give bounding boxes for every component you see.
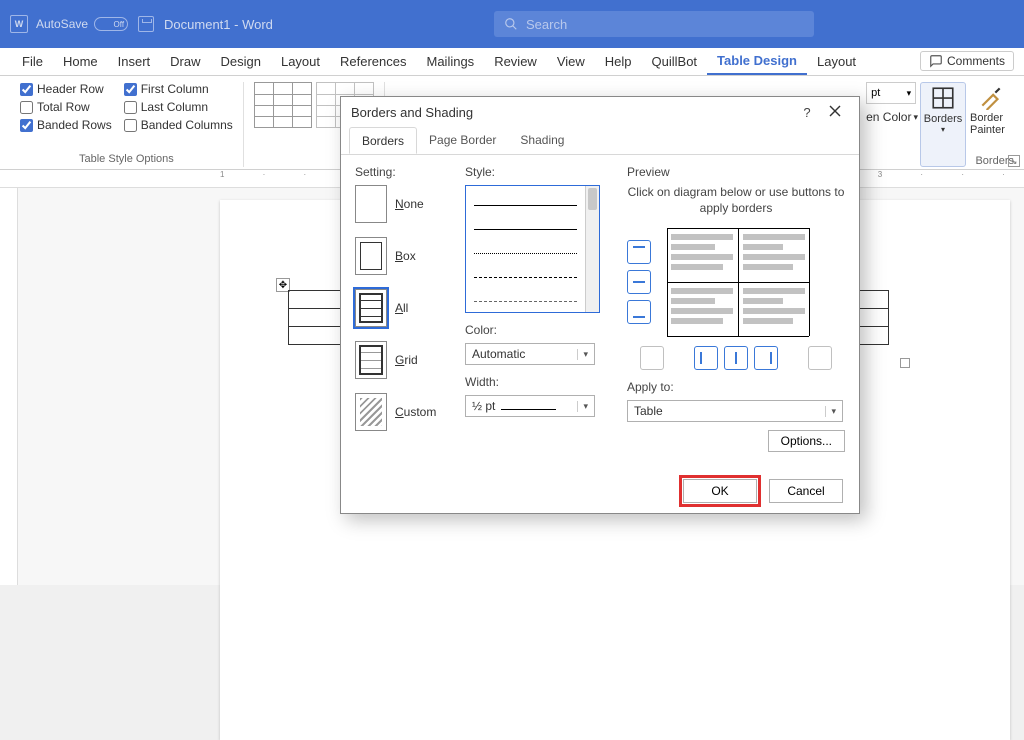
preview-diagram[interactable] bbox=[657, 224, 819, 340]
table-resize-handle-icon[interactable] bbox=[900, 358, 910, 368]
document-title: Document1 - Word bbox=[164, 17, 273, 32]
color-label: Color: bbox=[465, 323, 613, 337]
diag-up-button[interactable] bbox=[808, 346, 832, 370]
edge-right-button[interactable] bbox=[754, 346, 778, 370]
edge-hmiddle-button[interactable] bbox=[627, 270, 651, 294]
search-input[interactable]: Search bbox=[494, 11, 814, 37]
autosave-toggle[interactable]: Off bbox=[94, 17, 128, 31]
dialog-tab-shading[interactable]: Shading bbox=[508, 127, 576, 154]
vertical-ruler bbox=[0, 188, 18, 585]
title-bar: W AutoSave Off Document1 - Word Search bbox=[0, 0, 1024, 48]
dialog-launcher-icon[interactable]: ↘ bbox=[1008, 155, 1020, 167]
tab-table-design[interactable]: Table Design bbox=[707, 48, 807, 75]
options-button[interactable]: Options... bbox=[768, 430, 845, 452]
preview-label: Preview bbox=[627, 165, 845, 179]
dialog-help-button[interactable]: ? bbox=[793, 105, 821, 120]
setting-grid[interactable]: Grid bbox=[355, 341, 451, 379]
pen-color-dropdown[interactable]: en Color ▾ bbox=[866, 110, 918, 124]
tab-layout-2[interactable]: Layout bbox=[807, 48, 866, 75]
edge-top-button[interactable] bbox=[627, 240, 651, 264]
pen-weight-dropdown[interactable]: pt▾ bbox=[866, 82, 916, 104]
border-style-listbox[interactable] bbox=[465, 185, 600, 313]
edge-left-button[interactable] bbox=[694, 346, 718, 370]
search-icon bbox=[504, 17, 518, 31]
setting-label: Setting: bbox=[355, 165, 451, 179]
applyto-label: Apply to: bbox=[627, 380, 845, 394]
style-dashed[interactable] bbox=[474, 264, 577, 278]
search-placeholder: Search bbox=[526, 17, 567, 32]
table-style-thumb[interactable] bbox=[254, 82, 312, 128]
comments-label: Comments bbox=[947, 54, 1005, 68]
total-row-checkbox[interactable]: Total Row bbox=[20, 100, 112, 114]
word-app-icon: W bbox=[10, 15, 28, 33]
banded-columns-checkbox[interactable]: Banded Columns bbox=[124, 118, 233, 132]
edge-vmiddle-button[interactable] bbox=[724, 346, 748, 370]
dialog-tabs: Borders Page Border Shading bbox=[341, 127, 859, 155]
table-style-options-group: Header Row First Column Total Row Last C… bbox=[10, 82, 244, 167]
style-solid-thin[interactable] bbox=[474, 216, 577, 230]
dialog-tab-page-border[interactable]: Page Border bbox=[417, 127, 508, 154]
setting-custom[interactable]: Custom bbox=[355, 393, 451, 431]
tab-file[interactable]: File bbox=[12, 48, 53, 75]
tab-help[interactable]: Help bbox=[595, 48, 642, 75]
width-label: Width: bbox=[465, 375, 613, 389]
table-style-options-label: Table Style Options bbox=[79, 153, 174, 167]
setting-none[interactable]: None bbox=[355, 185, 451, 223]
dialog-titlebar: Borders and Shading ? bbox=[341, 97, 859, 127]
style-dashdot[interactable] bbox=[474, 288, 577, 302]
style-scrollbar[interactable] bbox=[585, 186, 599, 312]
borders-icon bbox=[930, 85, 956, 111]
tab-view[interactable]: View bbox=[547, 48, 595, 75]
save-icon[interactable] bbox=[138, 16, 154, 32]
setting-box[interactable]: Box bbox=[355, 237, 451, 275]
comments-button[interactable]: Comments bbox=[920, 51, 1014, 71]
header-row-checkbox[interactable]: Header Row bbox=[20, 82, 112, 96]
tab-quillbot[interactable]: QuillBot bbox=[642, 48, 708, 75]
dialog-close-button[interactable] bbox=[821, 105, 849, 120]
borders-shading-dialog: Borders and Shading ? Borders Page Borde… bbox=[340, 96, 860, 514]
dialog-title: Borders and Shading bbox=[351, 105, 473, 120]
cancel-button[interactable]: Cancel bbox=[769, 479, 843, 503]
close-icon bbox=[829, 105, 841, 117]
autosave-label: AutoSave bbox=[36, 17, 88, 31]
setting-all[interactable]: All bbox=[355, 289, 451, 327]
tab-references[interactable]: References bbox=[330, 48, 416, 75]
tab-insert[interactable]: Insert bbox=[108, 48, 161, 75]
color-dropdown[interactable]: Automatic▾ bbox=[465, 343, 595, 365]
width-dropdown[interactable]: ½ pt▾ bbox=[465, 395, 595, 417]
borders-button[interactable]: Borders ▾ bbox=[920, 82, 966, 167]
tab-home[interactable]: Home bbox=[53, 48, 108, 75]
preview-hint: Click on diagram below or use buttons to… bbox=[627, 185, 845, 216]
last-column-checkbox[interactable]: Last Column bbox=[124, 100, 233, 114]
tab-design[interactable]: Design bbox=[211, 48, 271, 75]
ribbon-tabs: File Home Insert Draw Design Layout Refe… bbox=[0, 48, 1024, 76]
edge-bottom-button[interactable] bbox=[627, 300, 651, 324]
tab-draw[interactable]: Draw bbox=[160, 48, 210, 75]
applyto-dropdown[interactable]: Table▾ bbox=[627, 400, 843, 422]
comment-icon bbox=[929, 54, 943, 68]
dialog-tab-borders[interactable]: Borders bbox=[349, 127, 417, 154]
tab-mailings[interactable]: Mailings bbox=[417, 48, 485, 75]
tab-review[interactable]: Review bbox=[484, 48, 547, 75]
banded-rows-checkbox[interactable]: Banded Rows bbox=[20, 118, 112, 132]
first-column-checkbox[interactable]: First Column bbox=[124, 82, 233, 96]
ok-button[interactable]: OK bbox=[683, 479, 757, 503]
style-solid[interactable] bbox=[474, 192, 577, 206]
diag-down-button[interactable] bbox=[640, 346, 664, 370]
border-painter-icon bbox=[978, 84, 1004, 110]
tab-layout[interactable]: Layout bbox=[271, 48, 330, 75]
style-dotted[interactable] bbox=[474, 240, 577, 254]
style-label: Style: bbox=[465, 165, 613, 179]
